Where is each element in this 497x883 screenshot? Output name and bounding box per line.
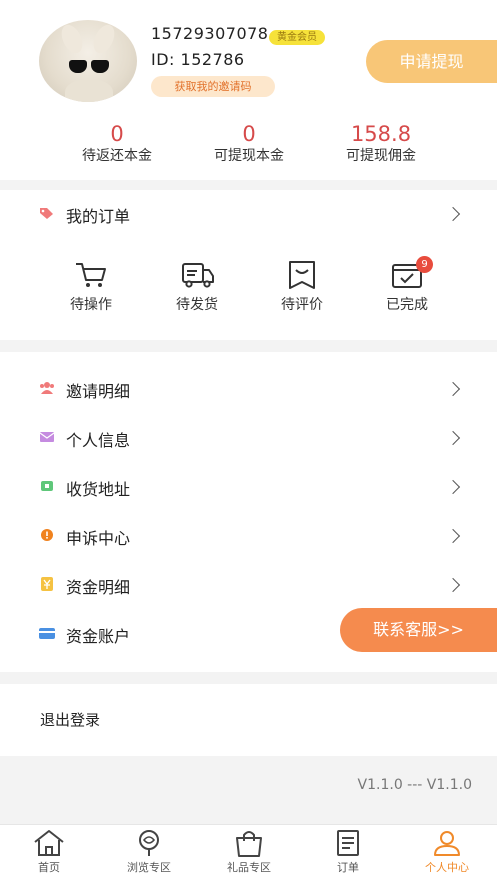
- alert-icon: [41, 529, 53, 541]
- stat-pending-principal: 0 待返还本金: [47, 122, 187, 166]
- chevron-right-icon: [445, 206, 461, 222]
- order-status-label: 已完成: [386, 297, 428, 313]
- menu-label: 申诉中心: [66, 529, 131, 548]
- tab-label: 浏览专区: [127, 861, 171, 874]
- chevron-right-icon: [445, 381, 461, 397]
- truck-icon: [182, 263, 214, 288]
- stat-withdrawable-commission: 158.8 可提现佣金: [311, 122, 451, 166]
- contact-service-button[interactable]: 联系客服>>: [340, 608, 497, 652]
- user-id: ID: 152786: [151, 50, 245, 69]
- menu-shipping-address[interactable]: 收货地址: [0, 463, 497, 511]
- chevron-right-icon: [445, 528, 461, 544]
- tab-label: 订单: [337, 861, 359, 874]
- cart-icon: [76, 263, 106, 287]
- profile-icon: [434, 831, 460, 856]
- get-invite-code-button[interactable]: 获取我的邀请码: [151, 76, 275, 97]
- menu-label: 个人信息: [66, 431, 131, 450]
- invite-users-icon: [40, 382, 54, 394]
- tag-icon: [40, 208, 53, 219]
- menu-label: 资金明细: [66, 578, 131, 597]
- user-phone: 15729307078: [151, 24, 269, 43]
- menu-invite-details[interactable]: 邀请明细: [0, 365, 497, 413]
- menu-label: 资金账户: [66, 627, 131, 646]
- stat-value: 0: [242, 122, 256, 146]
- profile-header: 15729307078 黄金会员 ID: 152786 获取我的邀请码 申请提现…: [0, 0, 497, 180]
- menu-personal-info[interactable]: 个人信息: [0, 414, 497, 462]
- tab-gifts[interactable]: 礼品专区: [204, 829, 294, 875]
- review-icon: [289, 261, 315, 289]
- stat-label: 待返还本金: [82, 148, 152, 164]
- stat-label: 可提现佣金: [346, 148, 416, 164]
- sunglasses-icon: [69, 60, 109, 74]
- my-orders-title: 我的订单: [66, 207, 131, 226]
- home-icon: [34, 830, 64, 856]
- my-orders-row[interactable]: 我的订单: [0, 190, 497, 236]
- tab-home[interactable]: 首页: [4, 829, 94, 875]
- vip-badge: 黄金会员: [269, 30, 325, 45]
- order-status-to-review[interactable]: 待评价: [257, 260, 347, 314]
- tab-profile[interactable]: 个人中心: [402, 829, 492, 875]
- address-icon: [41, 481, 53, 491]
- tab-browse[interactable]: 浏览专区: [104, 829, 194, 875]
- menu-label: 邀请明细: [66, 382, 131, 401]
- completed-count-badge: 9: [416, 256, 433, 273]
- version-text: V1.1.0 --- V1.1.0: [357, 777, 472, 793]
- envelope-icon: [39, 432, 55, 442]
- menu-fund-details[interactable]: 资金明细: [0, 561, 497, 609]
- stat-withdrawable-principal: 0 可提现本金: [179, 122, 319, 166]
- logout-row[interactable]: 退出登录: [0, 684, 497, 756]
- chevron-right-icon: [445, 577, 461, 593]
- tab-label: 首页: [38, 861, 60, 874]
- menu-label: 收货地址: [66, 480, 131, 499]
- bottom-tab-bar: 首页 浏览专区 礼品专区 订单 个人中心: [0, 824, 497, 883]
- yuan-icon: [41, 577, 53, 591]
- tab-label: 礼品专区: [227, 861, 271, 874]
- tab-orders[interactable]: 订单: [303, 829, 393, 875]
- avatar[interactable]: [39, 20, 137, 102]
- order-status-pending[interactable]: 待操作: [46, 260, 136, 314]
- order-status-to-ship[interactable]: 待发货: [152, 260, 242, 314]
- card-icon: [39, 628, 55, 639]
- order-status-label: 待评价: [281, 297, 323, 313]
- stat-label: 可提现本金: [214, 148, 284, 164]
- chevron-right-icon: [445, 479, 461, 495]
- order-status-label: 待操作: [70, 297, 112, 313]
- order-status-completed[interactable]: 已完成: [362, 260, 452, 314]
- logout-label: 退出登录: [40, 711, 101, 729]
- gift-bag-icon: [236, 831, 262, 857]
- chevron-right-icon: [445, 430, 461, 446]
- stat-value: 0: [110, 122, 124, 146]
- stat-value: 158.8: [350, 122, 412, 146]
- order-status-label: 待发货: [176, 297, 218, 313]
- tab-label: 个人中心: [425, 861, 469, 874]
- order-list-icon: [337, 830, 359, 856]
- menu-appeal-center[interactable]: 申诉中心: [0, 512, 497, 560]
- withdraw-button[interactable]: 申请提现: [366, 40, 497, 83]
- browse-icon: [139, 830, 159, 856]
